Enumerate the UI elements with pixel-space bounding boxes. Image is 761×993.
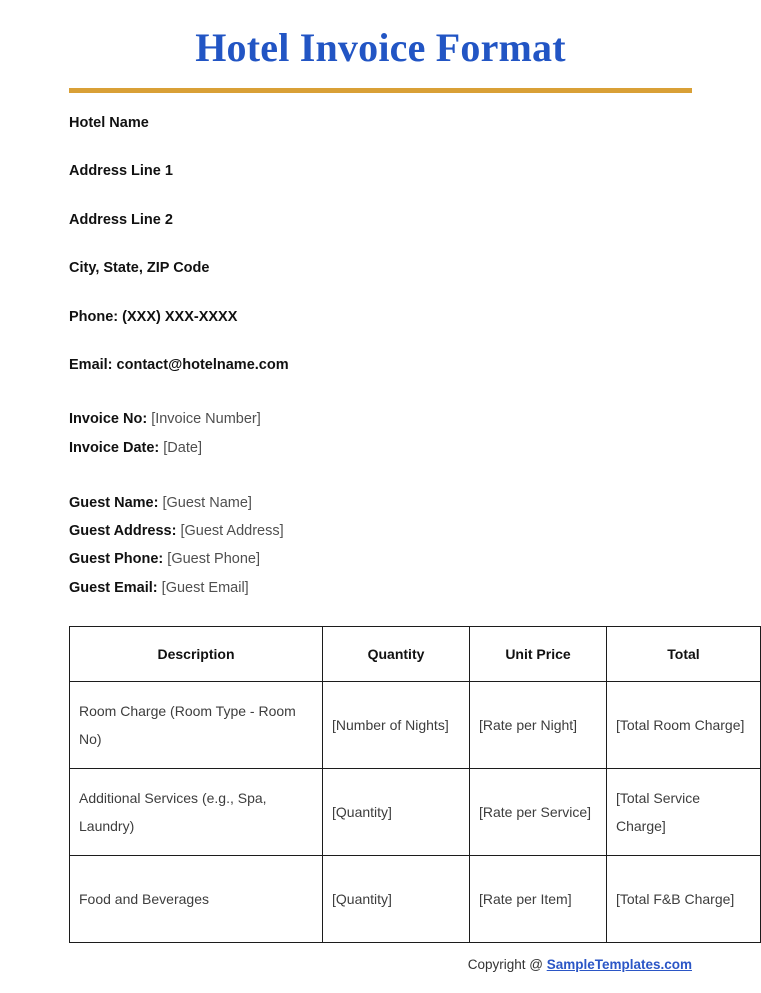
page-content: Hotel Name Address Line 1 Address Line 2… — [0, 115, 761, 943]
cell-total: [Total Room Charge] — [606, 680, 761, 769]
title-divider-rule — [69, 88, 692, 93]
guest-address-value: [Guest Address] — [180, 523, 284, 540]
column-header-description: Description — [69, 625, 323, 682]
cell-unit-price: [Rate per Night] — [469, 680, 607, 769]
invoice-date-label: Invoice Date: — [69, 439, 160, 456]
guest-phone-value: [Guest Phone] — [167, 551, 260, 568]
cell-description: Room Charge (Room Type - Room No) — [69, 680, 323, 769]
guest-name-row: Guest Name: [Guest Name] — [69, 489, 692, 517]
invoice-no-value: [Invoice Number] — [151, 411, 261, 428]
table-row: Food and Beverages [Quantity] [Rate per … — [69, 854, 761, 943]
cell-total: [Total F&B Charge] — [606, 854, 761, 943]
invoice-no-label: Invoice No: — [69, 411, 148, 428]
copyright-text: Copyright @ — [467, 957, 547, 972]
cell-description: Additional Services (e.g., Spa, Laundry) — [69, 767, 323, 856]
column-header-total: Total — [606, 625, 761, 682]
cell-description: Food and Beverages — [69, 854, 323, 943]
table-row: Room Charge (Room Type - Room No) [Numbe… — [69, 680, 761, 769]
hotel-phone-line: Phone: (XXX) XXX-XXXX — [69, 308, 238, 325]
table-body: Room Charge (Room Type - Room No) [Numbe… — [69, 680, 761, 943]
invoice-no-row: Invoice No: [Invoice Number] — [69, 405, 692, 433]
invoice-date-value: [Date] — [163, 439, 202, 456]
guest-address-row: Guest Address: [Guest Address] — [69, 517, 692, 545]
cell-unit-price: [Rate per Item] — [469, 854, 607, 943]
footer: Copyright @ SampleTemplates.com — [468, 957, 692, 972]
cell-quantity: [Quantity] — [322, 854, 470, 943]
hotel-address-line-2: Address Line 2 — [69, 211, 173, 228]
guest-email-row: Guest Email: [Guest Email] — [69, 574, 692, 602]
guest-name-label: Guest Name: — [69, 494, 159, 511]
column-header-unit-price: Unit Price — [469, 625, 607, 682]
cell-quantity: [Number of Nights] — [322, 680, 470, 769]
invoice-meta-block: Invoice No: [Invoice Number] Invoice Dat… — [69, 405, 692, 462]
table-row: Additional Services (e.g., Spa, Laundry)… — [69, 767, 761, 856]
hotel-city-state-zip-line: City, State, ZIP Code — [69, 260, 210, 277]
guest-address-label: Guest Address: — [69, 523, 177, 540]
hotel-address-line-1: Address Line 1 — [69, 163, 173, 180]
table-header: Description Quantity Unit Price Total — [69, 625, 761, 682]
hotel-email-line: Email: contact@hotelname.com — [69, 356, 289, 373]
cell-quantity: [Quantity] — [322, 767, 470, 856]
table-header-row: Description Quantity Unit Price Total — [69, 625, 761, 682]
line-items-table: Description Quantity Unit Price Total Ro… — [69, 625, 761, 943]
title-block: Hotel Invoice Format — [0, 0, 761, 93]
guest-email-value: [Guest Email] — [161, 579, 249, 596]
cell-unit-price: [Rate per Service] — [469, 767, 607, 856]
guest-phone-label: Guest Phone: — [69, 551, 164, 568]
sampletemplates-link[interactable]: SampleTemplates.com — [547, 957, 692, 972]
guest-phone-row: Guest Phone: [Guest Phone] — [69, 545, 692, 573]
guest-meta-block: Guest Name: [Guest Name] Guest Address: … — [69, 489, 692, 602]
cell-total: [Total Service Charge] — [606, 767, 761, 856]
invoice-date-row: Invoice Date: [Date] — [69, 434, 692, 462]
column-header-quantity: Quantity — [322, 625, 470, 682]
invoice-page: Hotel Invoice Format Hotel Name Address … — [0, 0, 761, 993]
guest-email-label: Guest Email: — [69, 579, 158, 596]
page-title: Hotel Invoice Format — [195, 25, 566, 70]
hotel-name-line: Hotel Name — [69, 115, 149, 131]
hotel-info-block: Hotel Name Address Line 1 Address Line 2… — [69, 115, 692, 374]
guest-name-value: [Guest Name] — [162, 494, 252, 511]
